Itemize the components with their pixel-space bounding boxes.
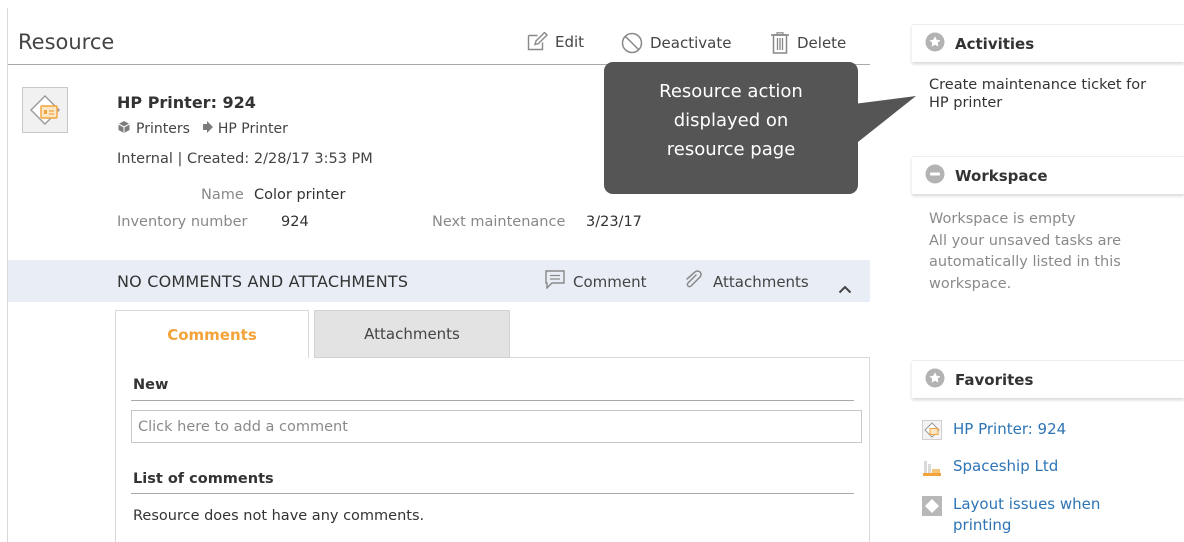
ticket-icon [922,494,942,520]
empty-comments-text: Resource does not have any comments. [133,508,425,524]
printer-resource-icon [22,87,68,133]
favorites-title: Favorites [955,370,1034,389]
paperclip-icon [683,270,705,294]
callout-pointer [838,96,916,142]
deactivate-button[interactable]: Deactivate [621,32,731,54]
favorite-item-layout-issues[interactable]: Layout issues when printing [922,494,1100,536]
workspace-header[interactable]: Workspace [912,156,1184,194]
new-comment-divider [131,400,854,401]
created-info: Internal | Created: 2/28/17 3:53 PM [117,151,373,167]
activities-icon [925,32,945,56]
callout-line: Resource action [659,81,803,102]
activity-item[interactable]: Create maintenance ticket for HP printer [929,76,1146,112]
favorite-label: HP Printer: 924 [953,420,1067,438]
attachments-label: Attachments [713,273,809,291]
comment-list-heading: List of comments [133,471,274,487]
favorite-label-line: Layout issues when [953,495,1101,513]
edit-button[interactable]: Edit [527,32,584,51]
comment-icon [545,270,565,293]
favorite-label-line: printing [953,516,1012,534]
favorite-label: Spaceship Ltd [953,457,1059,475]
tab-comments[interactable]: Comments [115,310,309,358]
workspace-title: Workspace [955,166,1048,185]
workspace-help-line: automatically listed in this [929,254,1121,270]
activity-item-line: HP printer [929,95,1003,111]
new-comment-heading: New [133,377,169,393]
breadcrumb-item-hp-printer[interactable]: HP Printer [218,121,288,137]
breadcrumb-item-printers[interactable]: Printers [136,121,190,137]
favorite-item-spaceship[interactable]: Spaceship Ltd [922,456,1058,481]
company-icon [922,456,942,481]
page-title: Resource [18,30,115,54]
comments-section-title: NO COMMENTS AND ATTACHMENTS [117,272,409,291]
tab-strip-divider [510,357,870,358]
comment-input[interactable] [131,410,862,443]
resource-name: HP Printer: 924 [117,93,256,112]
edit-icon [527,32,548,51]
name-label: Name [201,187,244,203]
breadcrumb: Printers HP Printer [117,120,288,138]
workspace-empty-info: Workspace is empty All your unsaved task… [929,209,1121,295]
comment-button[interactable]: Comment [545,270,647,293]
favorite-label: Layout issues when printing [953,494,1100,536]
favorites-star-icon [925,368,945,392]
workspace-help-line: workspace. [929,275,1012,292]
comment-label: Comment [573,272,647,291]
activities-title: Activities [955,34,1035,53]
inventory-number-label: Inventory number [117,214,248,230]
callout-line: resource page [666,139,796,160]
favorites-header[interactable]: Favorites [912,360,1184,398]
inventory-number-value: 924 [281,214,309,230]
name-value: Color printer [254,187,346,203]
printer-resource-icon [922,419,942,444]
next-maintenance-label: Next maintenance [432,214,566,230]
deactivate-label: Deactivate [650,34,732,52]
workspace-help-line: All your unsaved tasks are [929,232,1122,249]
callout-annotation: Resource action displayed on resource pa… [604,62,858,194]
deactivate-icon [621,32,643,54]
workspace-icon [925,164,945,188]
attachments-button[interactable]: Attachments [683,270,809,294]
delete-label: Delete [797,34,847,52]
trash-icon [770,32,790,54]
workspace-empty-text: Workspace is empty [929,211,1076,227]
breadcrumb-arrow-icon [201,121,213,137]
callout-line: displayed on [673,110,789,131]
delete-button[interactable]: Delete [770,32,846,54]
edit-label: Edit [555,32,585,51]
comment-list-divider [131,493,854,494]
category-cube-icon [117,120,131,138]
activities-header[interactable]: Activities [912,24,1184,62]
favorite-item-hp-printer[interactable]: HP Printer: 924 [922,419,1066,444]
activity-item-line: Create maintenance ticket for [929,77,1147,93]
next-maintenance-value: 3/23/17 [586,214,642,230]
tab-attachments[interactable]: Attachments [314,310,510,358]
collapse-chevron-icon[interactable] [838,279,852,298]
